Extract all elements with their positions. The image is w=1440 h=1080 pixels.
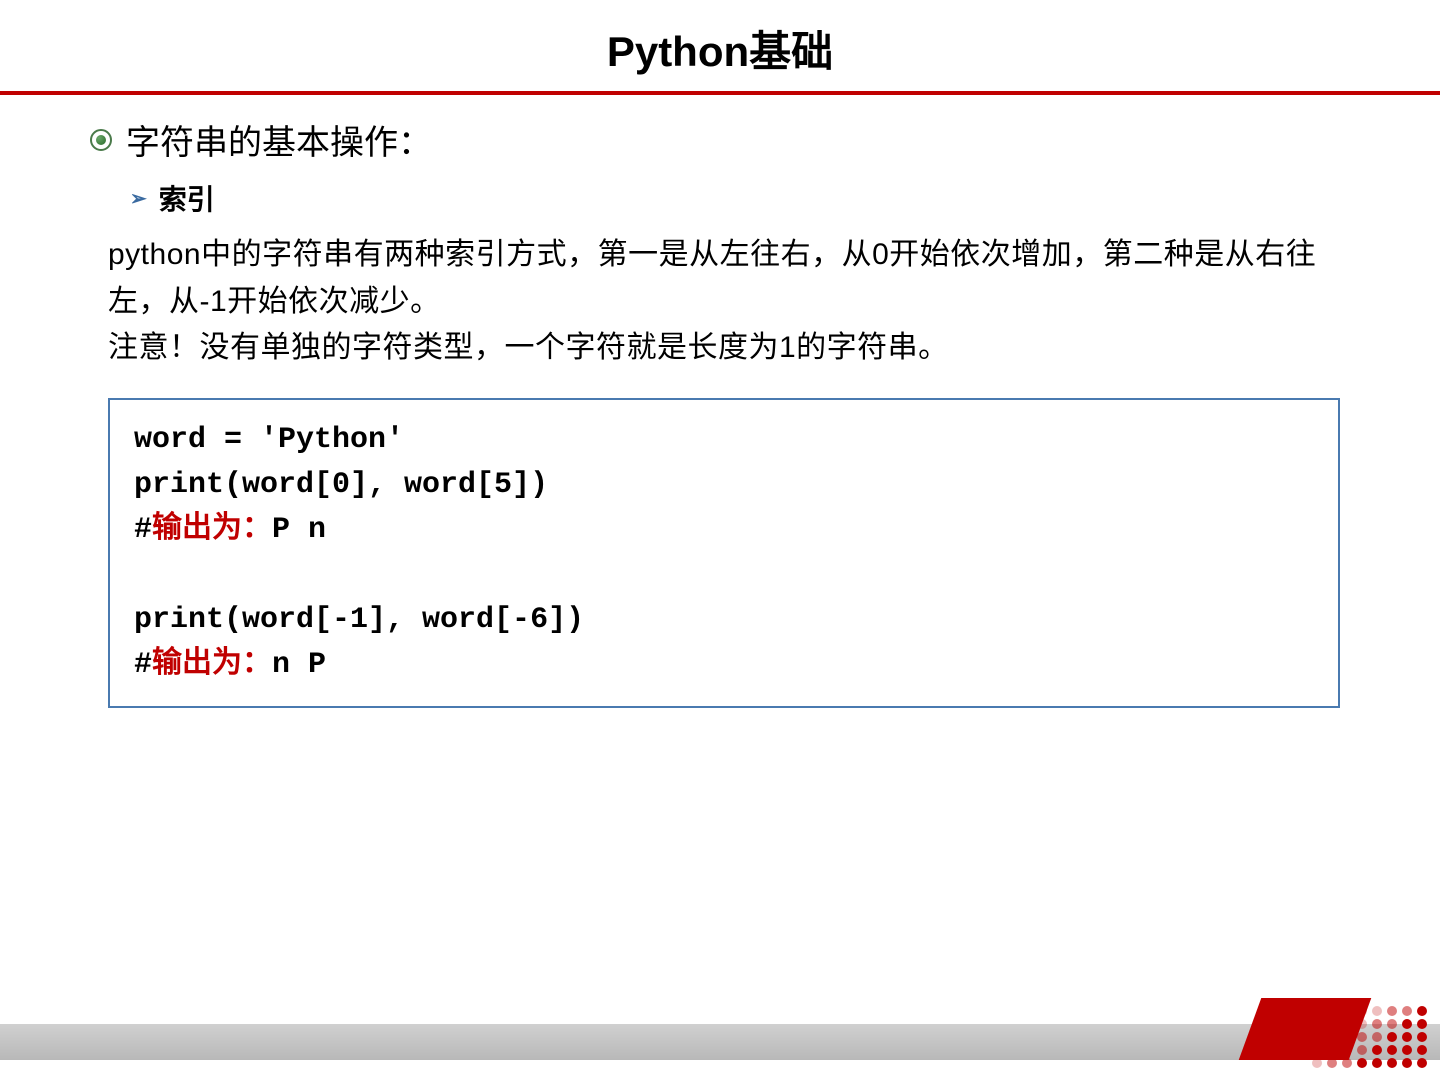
footer-bar — [0, 1024, 1440, 1060]
main-bullet-text: 字符串的基本操作： — [126, 115, 432, 164]
footer-decoration — [1240, 998, 1440, 1080]
main-bullet-row: 字符串的基本操作： — [90, 115, 1350, 164]
code-comment-output: P n — [272, 513, 326, 547]
body-paragraph-2: 注意！没有单独的字符类型，一个字符就是长度为1的字符串。 — [108, 331, 949, 364]
code-line-1: word = 'Python' — [134, 418, 1314, 463]
body-text: python中的字符串有两种索引方式，第一是从左往右，从0开始依次增加，第二种是… — [108, 232, 1350, 372]
arrow-right-icon: ➢ — [130, 186, 147, 211]
slide: Python基础 字符串的基本操作： ➢ 索引 python中的字符串有两种索引… — [0, 0, 1440, 1080]
code-comment-hash: # — [134, 513, 152, 547]
code-comment-2: #输出为：n P — [134, 643, 1314, 688]
dots-pattern — [1312, 1006, 1432, 1076]
footer — [0, 1020, 1440, 1080]
sub-bullet-text: 索引 — [159, 178, 215, 218]
code-line-3: print(word[-1], word[-6]) — [134, 598, 1314, 643]
page-title: Python基础 — [0, 0, 1440, 91]
code-comment-hash: # — [134, 648, 152, 682]
code-blank-line — [134, 553, 1314, 598]
code-line-2: print(word[0], word[5]) — [134, 463, 1314, 508]
bullet-icon-inner — [96, 135, 106, 145]
content-area: 字符串的基本操作： ➢ 索引 python中的字符串有两种索引方式，第一是从左往… — [0, 95, 1440, 708]
code-comment-1: #输出为：P n — [134, 508, 1314, 553]
code-comment-red: 输出为： — [152, 513, 272, 547]
code-comment-red: 输出为： — [152, 648, 272, 682]
body-paragraph-1: python中的字符串有两种索引方式，第一是从左往右，从0开始依次增加，第二种是… — [108, 238, 1316, 318]
code-box: word = 'Python' print(word[0], word[5]) … — [108, 398, 1340, 708]
sub-bullet-row: ➢ 索引 — [130, 178, 1350, 218]
bullet-icon — [90, 129, 112, 151]
code-comment-output: n P — [272, 648, 326, 682]
